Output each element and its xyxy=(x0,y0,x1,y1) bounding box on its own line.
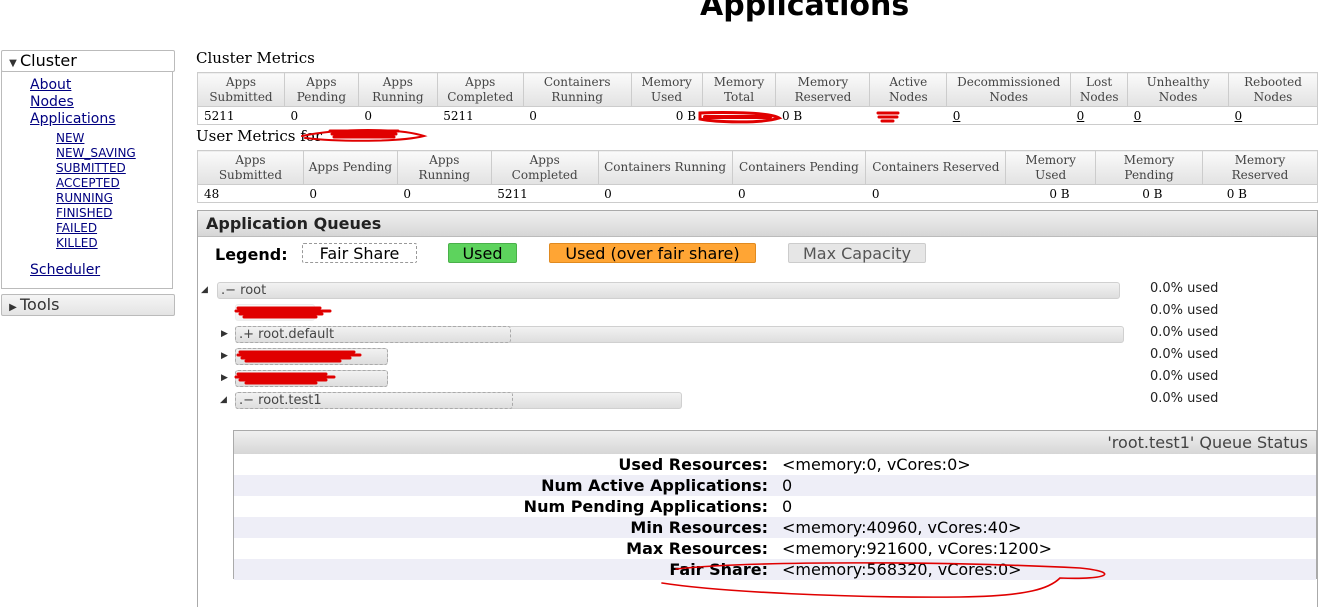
redaction-overlay xyxy=(234,111,1106,598)
